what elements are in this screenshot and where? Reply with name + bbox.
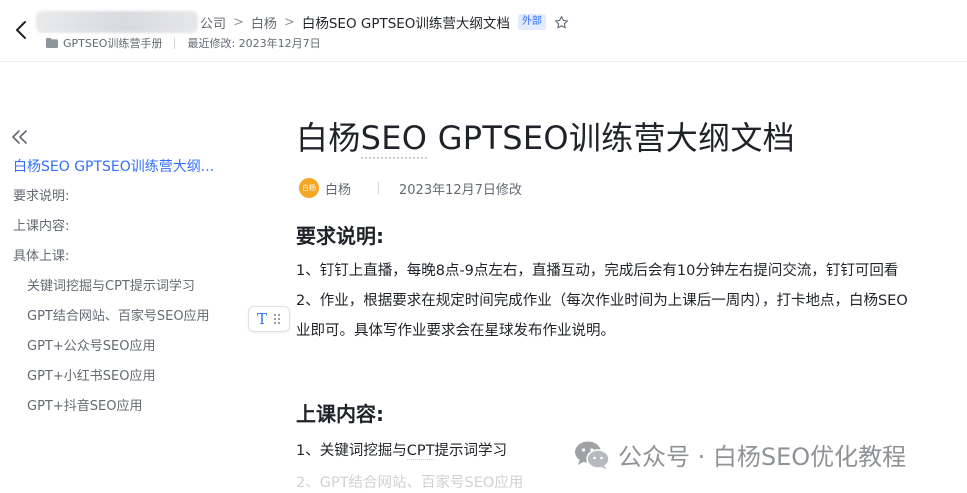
document-title[interactable]: 白杨SEO GPTSEO训练营大纲文档 — [296, 110, 967, 166]
document-meta: GPTSEO训练营手册 最近修改: 2023年12月7日 — [46, 35, 321, 51]
document-header: 公司 > 白杨 > 白杨SEO GPTSEO训练营大纲文档 外部 GPTSEO训… — [0, 0, 967, 62]
title-part-underlined: SEO — [360, 119, 428, 159]
breadcrumb-item-company[interactable]: 公司 — [200, 13, 226, 32]
divider — [378, 182, 380, 194]
breadcrumb: 公司 > 白杨 > 白杨SEO GPTSEO训练营大纲文档 外部 — [36, 11, 569, 33]
breadcrumb-separator: > — [233, 14, 244, 30]
breadcrumb-separator: > — [283, 14, 295, 30]
block-handle[interactable]: T — [248, 306, 290, 332]
redacted-breadcrumb — [36, 11, 198, 33]
text-block-icon: T — [256, 309, 267, 328]
heading-requirements[interactable]: 要求说明: — [296, 222, 967, 250]
toc-item-xiaohongshu-seo[interactable]: GPT+小红书SEO应用 — [0, 362, 240, 392]
paragraph[interactable]: 1、钉钉上直播，每晚8点-9点左右，直播互动，完成后会有10分钟左右提问交流，钉… — [296, 256, 967, 286]
last-modified: 最近修改: 2023年12月7日 — [187, 37, 321, 50]
watermark: 公众号 · 白杨SEO优化教程 — [574, 437, 906, 472]
folder-icon — [46, 38, 58, 48]
table-of-contents: 白杨SEO GPTSEO训练营大纲... 要求说明: 上课内容: 具体上课: 关… — [0, 152, 240, 422]
text-run: 提示词学习 — [434, 443, 507, 459]
breadcrumb-item-baiyang[interactable]: 白杨 — [251, 13, 277, 32]
toc-item-wechat-seo[interactable]: GPT+公众号SEO应用 — [0, 332, 240, 362]
title-part: 白杨 — [296, 119, 361, 157]
text-run: 1、关键词挖掘与 — [296, 443, 407, 459]
modified-date: 2023年12月7日修改 — [399, 182, 522, 198]
document-body: 白杨SEO GPTSEO训练营大纲文档 白杨 白杨 2023年12月7日修改 要… — [296, 110, 967, 493]
paragraph[interactable]: 业即可。具体写作业要求会在星球发布作业说明。 — [296, 316, 967, 346]
toc-item-website-seo[interactable]: GPT结合网站、百家号SEO应用 — [0, 302, 240, 332]
divider — [174, 37, 176, 49]
wechat-icon — [575, 441, 610, 469]
watermark-text: 公众号 · 白杨SEO优化教程 — [618, 443, 907, 471]
toc-item-content[interactable]: 上课内容: — [0, 212, 240, 242]
drag-handle-icon[interactable] — [273, 313, 281, 325]
author-name[interactable]: 白杨 — [325, 179, 351, 198]
toc-item-title[interactable]: 白杨SEO GPTSEO训练营大纲... — [0, 152, 240, 182]
toc-item-requirements[interactable]: 要求说明: — [0, 182, 240, 212]
folder-name[interactable]: GPTSEO训练营手册 — [63, 35, 162, 51]
star-icon[interactable] — [554, 15, 569, 30]
heading-content[interactable]: 上课内容: — [296, 400, 967, 428]
author-row: 白杨 白杨 2023年12月7日修改 — [296, 178, 967, 198]
external-badge: 外部 — [517, 14, 546, 30]
toc-item-schedule[interactable]: 具体上课: — [0, 242, 240, 272]
text-run-underlined: CPT — [406, 443, 435, 460]
toc-item-douyin-seo[interactable]: GPT+抖音SEO应用 — [0, 392, 240, 422]
back-arrow-icon[interactable] — [12, 18, 32, 42]
avatar[interactable]: 白杨 — [299, 178, 319, 198]
toc-item-keyword[interactable]: 关键词挖掘与CPT提示词学习 — [0, 272, 240, 302]
paragraph[interactable]: 2、作业，根据要求在规定时间完成作业（每次作业时间为上课后一周内），打卡地点，白… — [296, 286, 967, 316]
collapse-sidebar-icon[interactable] — [11, 128, 29, 146]
breadcrumb-current-doc: 白杨SEO GPTSEO训练营大纲文档 — [301, 16, 510, 32]
title-part: GPTSEO训练营大纲文档 — [427, 119, 795, 157]
